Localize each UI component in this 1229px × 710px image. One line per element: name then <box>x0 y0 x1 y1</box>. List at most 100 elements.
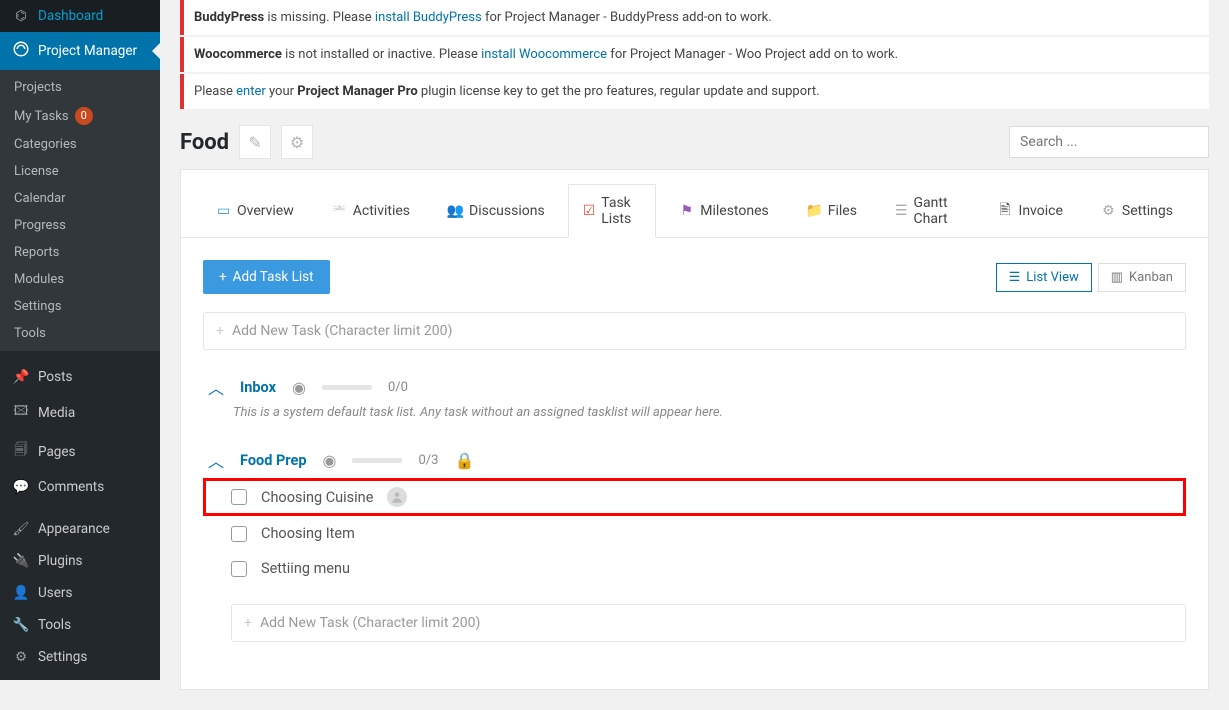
tab-files[interactable]: 📁 Files <box>792 184 872 238</box>
notice-link-install-woocommerce[interactable]: install Woocommerce <box>481 47 607 62</box>
tab-label: Activities <box>353 203 410 219</box>
add-task-list-button[interactable]: + Add Task List <box>203 260 330 294</box>
tab-label: Invoice <box>1019 203 1063 219</box>
collapse-toggle[interactable]: ︿ <box>208 375 224 399</box>
collapse-toggle[interactable]: ︿ <box>208 448 224 472</box>
progress-text: 0/0 <box>388 380 408 395</box>
edit-project-button[interactable]: ✎ <box>239 125 271 159</box>
button-label: Add Task List <box>233 269 314 285</box>
search-input[interactable] <box>1009 126 1209 158</box>
admin-sidebar: ⌬ Dashboard Project Manager Projects My … <box>0 0 160 680</box>
task-row[interactable]: Settiing menu <box>203 551 1186 586</box>
sidebar-item-appearance[interactable]: 🖌 Appearance <box>0 513 160 545</box>
sidebar-label: Tools <box>38 617 71 633</box>
notice-license: Please enter your Project Manager Pro pl… <box>180 74 1209 109</box>
sidebar-item-settings[interactable]: ⚙ Settings <box>0 641 160 673</box>
notice-link-enter-license[interactable]: enter <box>236 84 266 99</box>
sidebar-sub-reports[interactable]: Reports <box>0 239 160 266</box>
progress-text: 0/3 <box>418 453 438 468</box>
tab-task-lists[interactable]: ☑ Task Lists <box>568 184 657 238</box>
task-title: Settiing menu <box>261 560 350 577</box>
sidebar-item-project-manager[interactable]: Project Manager <box>0 32 160 70</box>
task-input-placeholder: Add New Task (Character limit 200) <box>232 323 452 339</box>
my-tasks-badge: 0 <box>75 107 93 125</box>
progress-bar <box>322 385 372 390</box>
sidebar-sub-modules[interactable]: Modules <box>0 266 160 293</box>
tab-gantt[interactable]: ☰ Gantt Chart <box>880 184 975 238</box>
panel-body: + Add Task List ☰ List View ▥ Kanban + A <box>181 238 1208 689</box>
notice-strong: Woocommerce <box>194 47 282 62</box>
plus-icon: + <box>219 269 227 285</box>
sidebar-item-posts[interactable]: 📌 Posts <box>0 361 160 393</box>
add-new-task-input[interactable]: + Add New Task (Character limit 200) <box>203 312 1186 350</box>
sidebar-item-media[interactable]: 🖾 Media <box>0 393 160 432</box>
sidebar-label: Settings <box>38 649 87 665</box>
project-panel: ▭ Overview ⎃ Activities 👥 Discussions ☑ … <box>180 169 1209 690</box>
discussions-icon: 👥 <box>448 204 463 219</box>
task-checkbox[interactable] <box>231 561 247 577</box>
task-list-title[interactable]: Inbox <box>240 379 276 396</box>
notice-text: is not installed or inactive. Please <box>282 47 481 62</box>
notice-buddypress: BuddyPress is missing. Please install Bu… <box>180 0 1209 35</box>
files-icon: 📁 <box>807 204 822 219</box>
main-content: BuddyPress is missing. Please install Bu… <box>160 0 1229 710</box>
milestones-icon: ⚑ <box>679 204 694 219</box>
sidebar-sub-license[interactable]: License <box>0 158 160 185</box>
task-row[interactable]: Choosing Cuisine <box>203 478 1186 516</box>
sidebar-item-pages[interactable]: 🗐 Pages <box>0 432 160 471</box>
dashboard-icon: ⌬ <box>12 8 30 24</box>
list-view-button[interactable]: ☰ List View <box>996 263 1092 292</box>
task-row[interactable]: Choosing Item <box>203 516 1186 551</box>
notice-text: Please <box>194 84 236 99</box>
sidebar-sub-categories[interactable]: Categories <box>0 131 160 158</box>
tab-invoice[interactable]: 🖹 Invoice <box>983 184 1078 238</box>
task-list-description: This is a system default task list. Any … <box>203 405 1186 420</box>
tab-label: Discussions <box>469 203 545 219</box>
plus-icon: + <box>244 615 252 631</box>
tab-label: Files <box>828 203 857 219</box>
task-list-food-prep: ︿ Food Prep ◉ 0/3 🔒 Choosing Cuisine <box>203 448 1186 642</box>
task-lists-icon: ☑ <box>583 204 596 219</box>
sidebar-item-users[interactable]: 👤 Users <box>0 577 160 609</box>
sidebar-sub-my-tasks[interactable]: My Tasks 0 <box>0 101 160 131</box>
notice-woocommerce: Woocommerce is not installed or inactive… <box>180 37 1209 72</box>
notice-strong: BuddyPress <box>194 10 264 25</box>
sidebar-item-plugins[interactable]: 🔌 Plugins <box>0 545 160 577</box>
kanban-view-button[interactable]: ▥ Kanban <box>1098 263 1186 292</box>
sidebar-label: Plugins <box>38 553 83 569</box>
sidebar-item-comments[interactable]: 💬 Comments <box>0 471 160 503</box>
tab-activities[interactable]: ⎃ Activities <box>317 184 425 238</box>
sidebar-item-dashboard[interactable]: ⌬ Dashboard <box>0 0 160 32</box>
settings-icon: ⚙ <box>12 649 30 665</box>
sidebar-submenu: Projects My Tasks 0 Categories License C… <box>0 70 160 351</box>
view-label: List View <box>1026 270 1078 285</box>
activities-icon: ⎃ <box>332 204 347 219</box>
sidebar-sub-calendar[interactable]: Calendar <box>0 185 160 212</box>
add-new-task-input-list[interactable]: + Add New Task (Character limit 200) <box>231 604 1186 642</box>
sidebar-label: Project Manager <box>38 43 137 59</box>
task-checkbox[interactable] <box>231 489 247 505</box>
tab-settings[interactable]: ⚙ Settings <box>1086 184 1188 238</box>
sidebar-sub-settings[interactable]: Settings <box>0 293 160 320</box>
tab-overview[interactable]: ▭ Overview <box>201 184 309 238</box>
tab-milestones[interactable]: ⚑ Milestones <box>664 184 784 238</box>
notice-strong: Project Manager Pro <box>297 84 417 99</box>
media-icon: 🖾 <box>12 401 30 424</box>
sidebar-sub-progress[interactable]: Progress <box>0 212 160 239</box>
kanban-icon: ▥ <box>1111 270 1123 285</box>
tab-discussions[interactable]: 👥 Discussions <box>433 184 560 238</box>
sidebar-item-tools[interactable]: 🔧 Tools <box>0 609 160 641</box>
view-toggle: ☰ List View ▥ Kanban <box>996 263 1186 292</box>
comments-icon: 💬 <box>12 479 30 495</box>
list-icon: ☰ <box>1009 270 1021 285</box>
project-settings-button[interactable]: ⚙ <box>281 125 313 159</box>
task-list-title[interactable]: Food Prep <box>240 452 306 469</box>
sidebar-label: Media <box>38 405 75 421</box>
notice-link-install-buddypress[interactable]: install BuddyPress <box>375 10 482 25</box>
task-checkbox[interactable] <box>231 526 247 542</box>
sidebar-sub-projects[interactable]: Projects <box>0 74 160 101</box>
task-list-inbox: ︿ Inbox ◉ 0/0 This is a system default t… <box>203 375 1186 420</box>
project-manager-icon <box>12 40 30 62</box>
notice-text: plugin license key to get the pro featur… <box>418 84 820 99</box>
sidebar-sub-tools[interactable]: Tools <box>0 320 160 347</box>
